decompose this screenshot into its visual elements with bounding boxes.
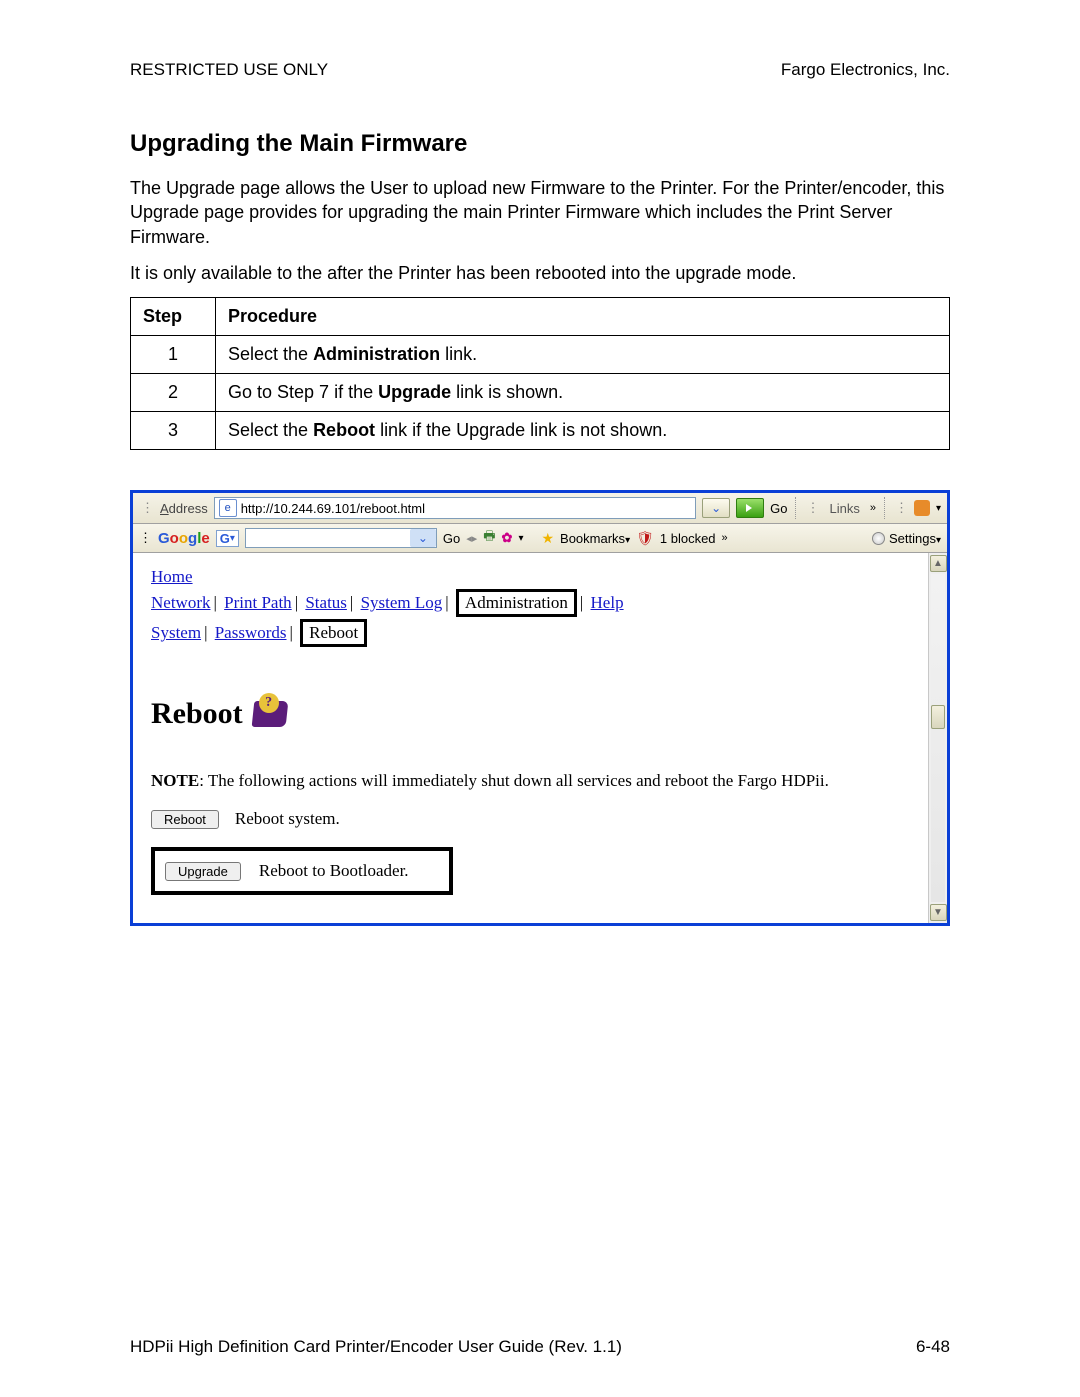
toolbar-more-icon[interactable]: ✿ xyxy=(502,530,513,546)
site-nav: Home Network| Print Path| Status| System… xyxy=(151,567,910,647)
toolbar-grip-icon: ⋮ xyxy=(804,500,819,516)
popup-blocked-icon[interactable]: 🛡 xyxy=(636,530,654,547)
nav-administration-highlighted[interactable]: Administration xyxy=(456,589,577,617)
page-footer: HDPii High Definition Card Printer/Encod… xyxy=(130,1337,950,1357)
scroll-down-icon[interactable]: ▼ xyxy=(930,904,947,921)
upgrade-button[interactable]: Upgrade xyxy=(165,862,241,881)
procedure-table: Step Procedure 1 Select the Administrati… xyxy=(130,297,950,450)
table-row: 3 Select the Reboot link if the Upgrade … xyxy=(131,412,950,450)
upgrade-highlight-box: Upgrade Reboot to Bootloader. xyxy=(151,847,453,895)
google-logo-icon: Google xyxy=(158,530,210,547)
google-search-input[interactable]: ⌄ xyxy=(245,528,437,548)
footer-page-number: 6-48 xyxy=(916,1337,950,1357)
google-toolbar: ⋮ Google G▾ ⌄ Go ◂▸ 🖶 ✿ ▾ ★ Bookmarks▾ 🛡… xyxy=(133,524,947,553)
table-row: 1 Select the Administration link. xyxy=(131,336,950,374)
status-dot-icon xyxy=(872,532,885,545)
reboot-caption: Reboot system. xyxy=(235,809,340,829)
reboot-button[interactable]: Reboot xyxy=(151,810,219,829)
scroll-track[interactable] xyxy=(931,574,945,902)
google-go-label[interactable]: Go xyxy=(443,531,460,546)
toolbar-separator xyxy=(795,497,796,519)
step-text: Select the Administration link. xyxy=(216,336,950,374)
printer-icon[interactable]: 🖶 xyxy=(483,527,495,549)
nav-network[interactable]: Network xyxy=(151,593,210,612)
extension-dropdown-icon[interactable]: ▾ xyxy=(936,503,941,514)
step-text: Select the Reboot link if the Upgrade li… xyxy=(216,412,950,450)
document-page: RESTRICTED USE ONLY Fargo Electronics, I… xyxy=(0,0,1080,1397)
intro-paragraph-1: The Upgrade page allows the User to uplo… xyxy=(130,176,950,249)
help-book-icon[interactable] xyxy=(253,701,287,727)
col-procedure: Procedure xyxy=(216,298,950,336)
address-input[interactable]: e http://10.244.69.101/reboot.html xyxy=(214,497,696,519)
col-step: Step xyxy=(131,298,216,336)
page-viewport: Home Network| Print Path| Status| System… xyxy=(133,553,947,923)
toolbar-separator xyxy=(884,497,885,519)
vertical-scrollbar[interactable]: ▲ ▼ xyxy=(928,553,947,923)
upgrade-caption: Reboot to Bootloader. xyxy=(259,861,409,881)
nav-help[interactable]: Help xyxy=(591,593,624,612)
step-text: Go to Step 7 if the Upgrade link is show… xyxy=(216,374,950,412)
nav-system-log[interactable]: System Log xyxy=(361,593,443,612)
page-content: Home Network| Print Path| Status| System… xyxy=(133,553,928,923)
company-label: Fargo Electronics, Inc. xyxy=(781,60,950,80)
note-text: NOTE: The following actions will immedia… xyxy=(151,771,910,791)
overflow-icon[interactable]: » xyxy=(722,532,728,544)
step-number: 3 xyxy=(131,412,216,450)
links-label: Links xyxy=(825,501,863,516)
chevron-down-icon[interactable]: ▾ xyxy=(518,533,523,544)
scroll-thumb[interactable] xyxy=(931,705,945,729)
go-button[interactable] xyxy=(736,498,764,518)
table-row: 2 Go to Step 7 if the Upgrade link is sh… xyxy=(131,374,950,412)
browser-screenshot: ⋮ Address e http://10.244.69.101/reboot.… xyxy=(130,490,950,926)
restricted-label: RESTRICTED USE ONLY xyxy=(130,60,328,80)
address-label: Address xyxy=(160,501,208,516)
page-heading: Reboot xyxy=(151,697,910,731)
ie-page-icon: e xyxy=(219,499,237,517)
section-title: Upgrading the Main Firmware xyxy=(130,130,950,158)
footer-title: HDPii High Definition Card Printer/Encod… xyxy=(130,1337,622,1357)
toolbar-grip-icon: ⋮ xyxy=(139,500,154,516)
nav-passwords[interactable]: Passwords xyxy=(215,623,287,642)
nav-reboot-highlighted[interactable]: Reboot xyxy=(300,619,367,647)
page-header: RESTRICTED USE ONLY Fargo Electronics, I… xyxy=(130,60,950,80)
address-toolbar: ⋮ Address e http://10.244.69.101/reboot.… xyxy=(133,493,947,524)
intro-paragraph-2: It is only available to the after the Pr… xyxy=(130,261,950,285)
nav-system[interactable]: System xyxy=(151,623,201,642)
extension-icon[interactable] xyxy=(914,500,930,516)
google-menu-button[interactable]: G▾ xyxy=(216,530,239,547)
go-label: Go xyxy=(770,501,787,516)
star-icon[interactable]: ★ xyxy=(541,530,554,547)
nav-arrows-icon[interactable]: ◂▸ xyxy=(466,532,477,545)
url-text: http://10.244.69.101/reboot.html xyxy=(241,501,425,516)
nav-home[interactable]: Home xyxy=(151,567,193,586)
nav-status[interactable]: Status xyxy=(305,593,347,612)
links-chevron-icon[interactable]: » xyxy=(870,502,876,514)
step-number: 2 xyxy=(131,374,216,412)
step-number: 1 xyxy=(131,336,216,374)
address-dropdown-button[interactable]: ⌄ xyxy=(702,498,730,518)
bookmarks-button[interactable]: Bookmarks▾ xyxy=(560,531,630,546)
toolbar-grip-icon: ⋮ xyxy=(893,500,908,516)
nav-print-path[interactable]: Print Path xyxy=(224,593,292,612)
reboot-row: Reboot Reboot system. xyxy=(151,809,910,829)
toolbar-grip-icon: ⋮ xyxy=(139,530,152,546)
scroll-up-icon[interactable]: ▲ xyxy=(930,555,947,572)
settings-button[interactable]: Settings▾ xyxy=(889,531,941,546)
blocked-count[interactable]: 1 blocked xyxy=(660,531,716,546)
